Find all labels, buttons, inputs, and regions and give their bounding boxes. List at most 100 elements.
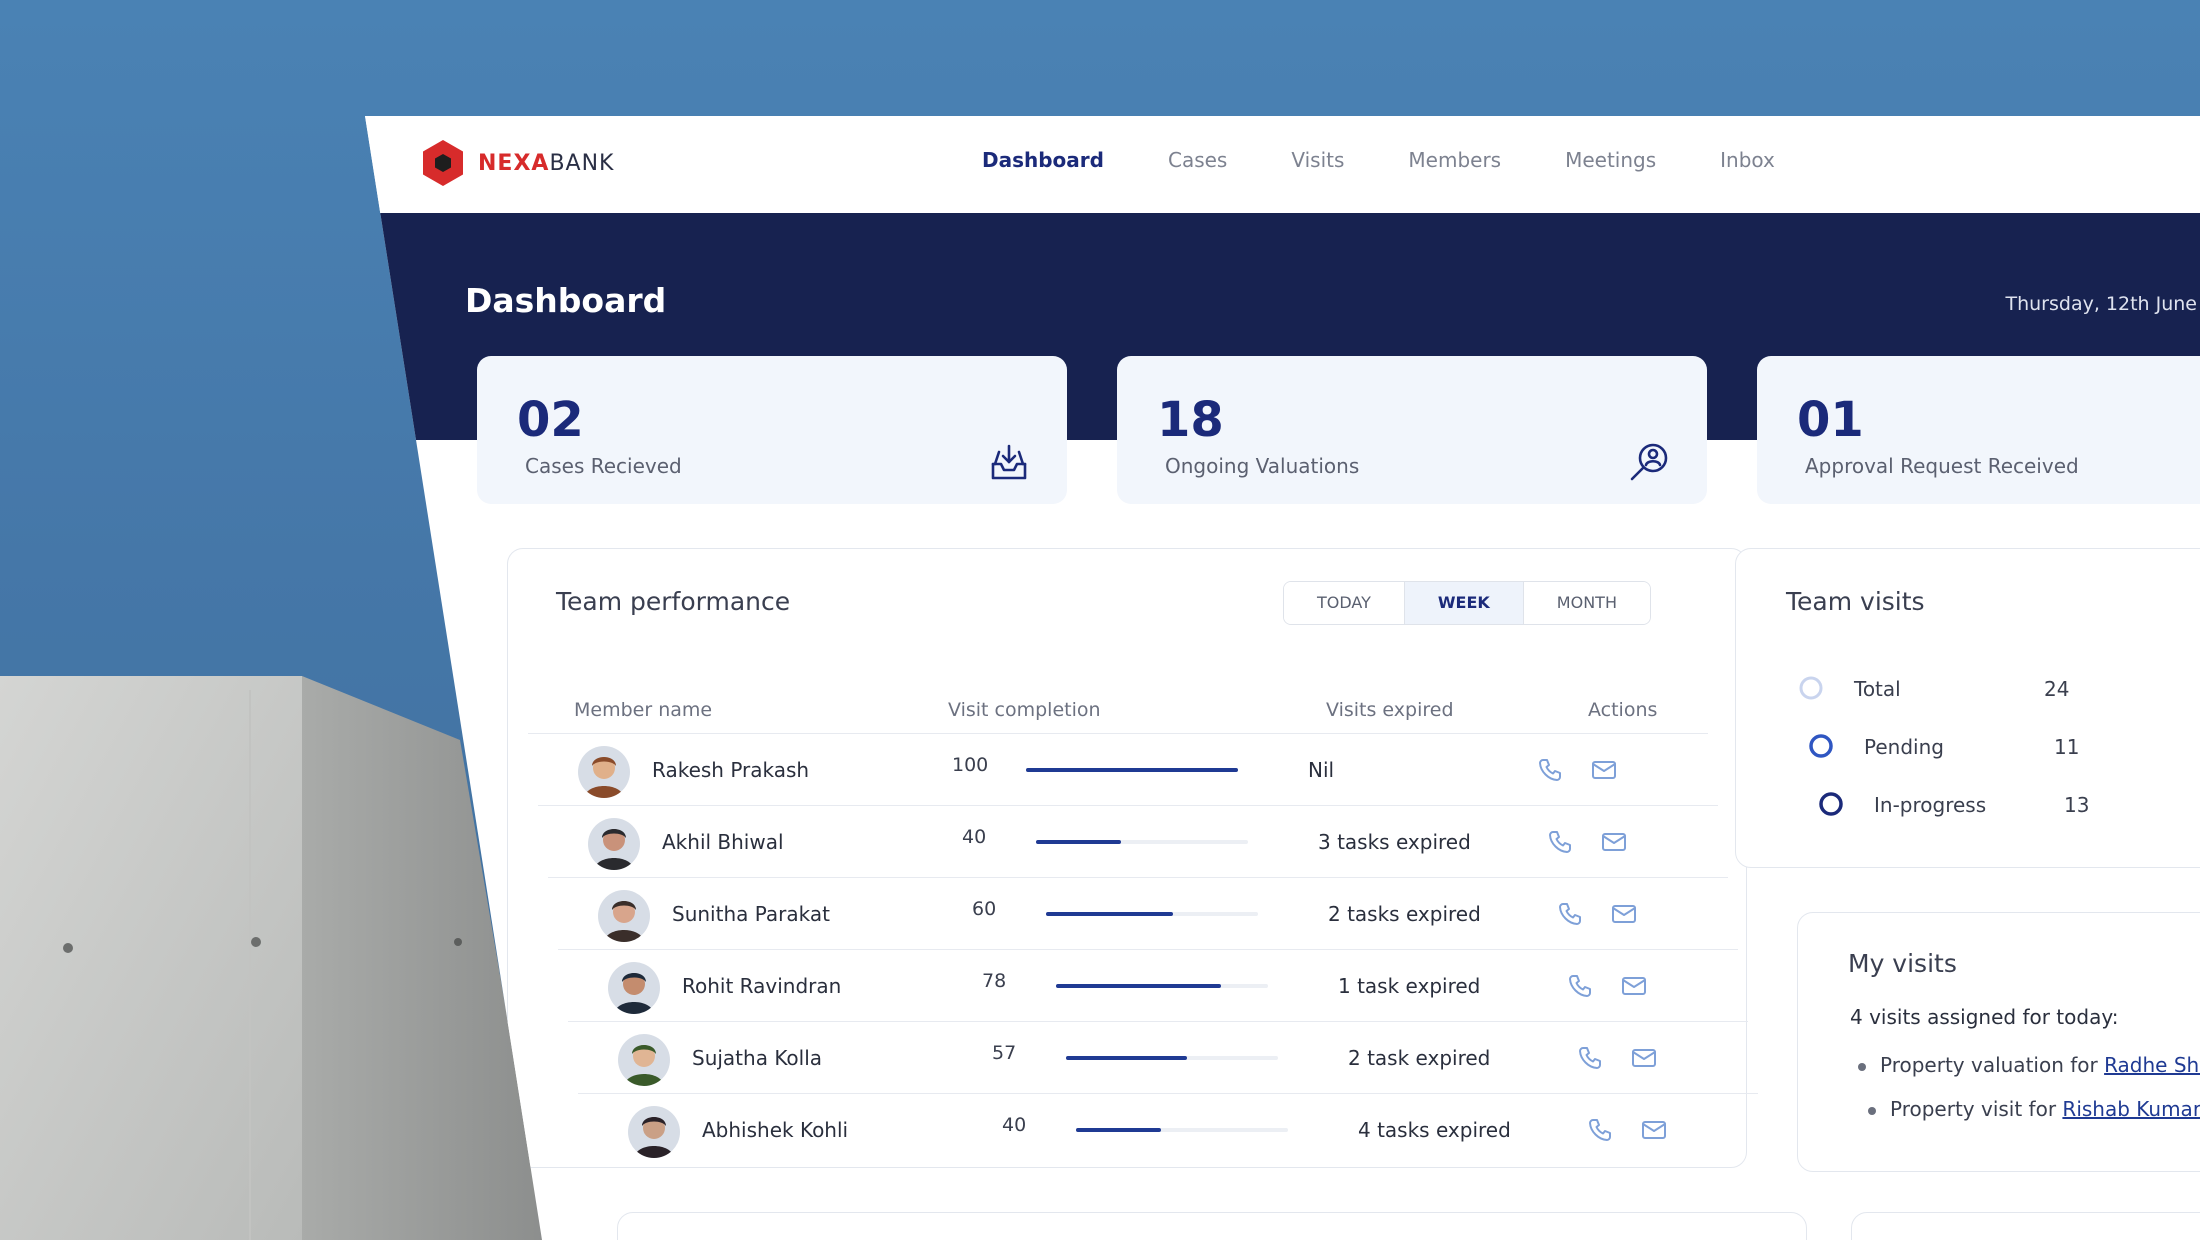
stat-label: Cases Recieved	[525, 454, 682, 478]
stat-card-approvals[interactable]: 01 Approval Request Received	[1757, 356, 2200, 504]
table-row[interactable]: Akhil Bhiwal 40 3 tasks expired	[538, 805, 1718, 877]
nav-members[interactable]: Members	[1408, 148, 1501, 172]
ring-light-icon	[1799, 676, 1823, 700]
completion-bar	[1056, 984, 1268, 988]
period-toggle: TODAY WEEK MONTH	[1283, 581, 1651, 625]
avatar	[598, 890, 650, 942]
team-visits-total[interactable]: Total 24	[1798, 669, 2138, 709]
phone-icon[interactable]	[1546, 828, 1574, 856]
team-visits-card: Team visits Total 24 Pending 11 In-progr…	[1735, 548, 2200, 868]
brand-name: NEXABANK	[478, 151, 614, 176]
nav-dashboard[interactable]: Dashboard	[982, 148, 1104, 172]
inbox-download-icon	[991, 444, 1027, 480]
column-header-member[interactable]: Member name	[574, 699, 712, 721]
member-name: Sujatha Kolla	[692, 1046, 823, 1070]
nav-inbox[interactable]: Inbox	[1720, 148, 1775, 172]
mail-icon[interactable]	[1590, 756, 1618, 784]
stat-label: Ongoing Valuations	[1165, 454, 1360, 478]
my-visits-item-link[interactable]: Rishab Kumar D	[2062, 1097, 2200, 1121]
team-visits-label: Total	[1854, 677, 1901, 701]
phone-icon[interactable]	[1556, 900, 1584, 928]
my-visits-item-text: Property visit for	[1890, 1097, 2063, 1121]
team-performance-card: Team performance TODAY WEEK MONTH Member…	[507, 548, 1758, 1168]
my-visits-item-link[interactable]: Radhe Shya	[2104, 1053, 2200, 1077]
my-visits-card: My visits 4 visits assigned for today: P…	[1797, 912, 2200, 1172]
card-title: Team performance	[556, 587, 791, 616]
phone-icon[interactable]	[1536, 756, 1564, 784]
completion-bar	[1076, 1128, 1288, 1132]
visits-expired: Nil	[1308, 758, 1335, 782]
top-navbar: NEXABANK Dashboard Cases Visits Members …	[365, 116, 2200, 213]
stat-value: 02	[517, 392, 584, 448]
avatar	[578, 746, 630, 798]
phone-icon[interactable]	[1576, 1044, 1604, 1072]
table-row[interactable]: Sunitha Parakat 60 2 tasks expired	[548, 877, 1728, 949]
brand-name-part1: NEXA	[478, 150, 550, 176]
bottom-card	[617, 1212, 1807, 1240]
team-visits-pending[interactable]: Pending 11	[1808, 727, 2148, 767]
nav-links: Dashboard Cases Visits Members Meetings …	[982, 148, 1839, 172]
mail-icon[interactable]	[1640, 1116, 1668, 1144]
bullet-icon	[1858, 1062, 1866, 1071]
team-visits-value: 11	[2054, 735, 2080, 759]
phone-icon[interactable]	[1586, 1116, 1614, 1144]
period-today-button[interactable]: TODAY	[1284, 582, 1405, 624]
completion-bar-fill	[1046, 912, 1174, 916]
avatar	[588, 818, 640, 870]
avatar	[628, 1106, 680, 1158]
period-week-button[interactable]: WEEK	[1404, 582, 1524, 624]
table-row[interactable]: Rakesh Prakash 100 Nil	[528, 733, 1708, 805]
nav-meetings[interactable]: Meetings	[1565, 148, 1656, 172]
nav-visits[interactable]: Visits	[1291, 148, 1344, 172]
stat-card-valuations[interactable]: 18 Ongoing Valuations	[1117, 356, 1707, 504]
visits-expired: 4 tasks expired	[1358, 1118, 1511, 1142]
team-visits-label: Pending	[1864, 735, 1944, 759]
card-title: Team visits	[1786, 587, 1925, 616]
my-visits-item-text: Property valuation for	[1880, 1053, 2105, 1077]
mail-icon[interactable]	[1630, 1044, 1658, 1072]
card-title: My visits	[1848, 949, 1957, 978]
period-month-button[interactable]: MONTH	[1523, 582, 1650, 624]
ring-medium-icon	[1809, 734, 1833, 758]
mail-icon[interactable]	[1610, 900, 1638, 928]
member-name: Rohit Ravindran	[682, 974, 842, 998]
mail-icon[interactable]	[1600, 828, 1628, 856]
stat-card-cases[interactable]: 02 Cases Recieved	[477, 356, 1067, 504]
column-header-actions: Actions	[1588, 699, 1658, 721]
phone-icon[interactable]	[1566, 972, 1594, 1000]
stat-label: Approval Request Received	[1805, 454, 2079, 478]
completion-bar-fill	[1026, 768, 1238, 772]
team-visits-inprogress[interactable]: In-progress 13	[1818, 785, 2158, 825]
team-visits-value: 13	[2064, 793, 2090, 817]
nav-cases[interactable]: Cases	[1168, 148, 1227, 172]
current-date: Thursday, 12th June	[2005, 293, 2197, 315]
team-visits-value: 24	[2044, 677, 2070, 701]
table-row[interactable]: Abhishek Kohli 40 4 tasks expired	[578, 1093, 1758, 1165]
member-name: Abhishek Kohli	[702, 1118, 849, 1142]
ring-dark-icon	[1819, 792, 1843, 816]
my-visits-subtitle: 4 visits assigned for today:	[1850, 1005, 2119, 1029]
completion-bar-fill	[1036, 840, 1121, 844]
completion-bar-fill	[1056, 984, 1222, 988]
stat-value: 18	[1157, 392, 1224, 448]
stat-value: 01	[1797, 392, 1864, 448]
completion-value: 78	[982, 970, 1007, 992]
column-header-completion[interactable]: Visit completion	[948, 699, 1101, 721]
page-title: Dashboard	[465, 281, 667, 320]
mail-icon[interactable]	[1620, 972, 1648, 1000]
member-name: Rakesh Prakash	[652, 758, 810, 782]
completion-value: 40	[1002, 1114, 1027, 1136]
bottom-card	[1851, 1212, 2200, 1240]
brand-logo[interactable]: NEXABANK	[418, 138, 614, 188]
table-row[interactable]: Rohit Ravindran 78 1 task expired	[558, 949, 1738, 1021]
user-search-icon	[1630, 443, 1668, 481]
hexagon-logo-icon	[423, 140, 463, 186]
completion-value: 57	[992, 1042, 1017, 1064]
visits-expired: 2 tasks expired	[1328, 902, 1481, 926]
member-name: Sunitha Parakat	[672, 902, 830, 926]
my-visits-item: Property valuation for Radhe Shya	[1858, 1053, 2200, 1077]
avatar	[618, 1034, 670, 1086]
completion-bar	[1036, 840, 1248, 844]
table-row[interactable]: Sujatha Kolla 57 2 task expired	[568, 1021, 1748, 1093]
column-header-expired[interactable]: Visits expired	[1326, 699, 1454, 721]
